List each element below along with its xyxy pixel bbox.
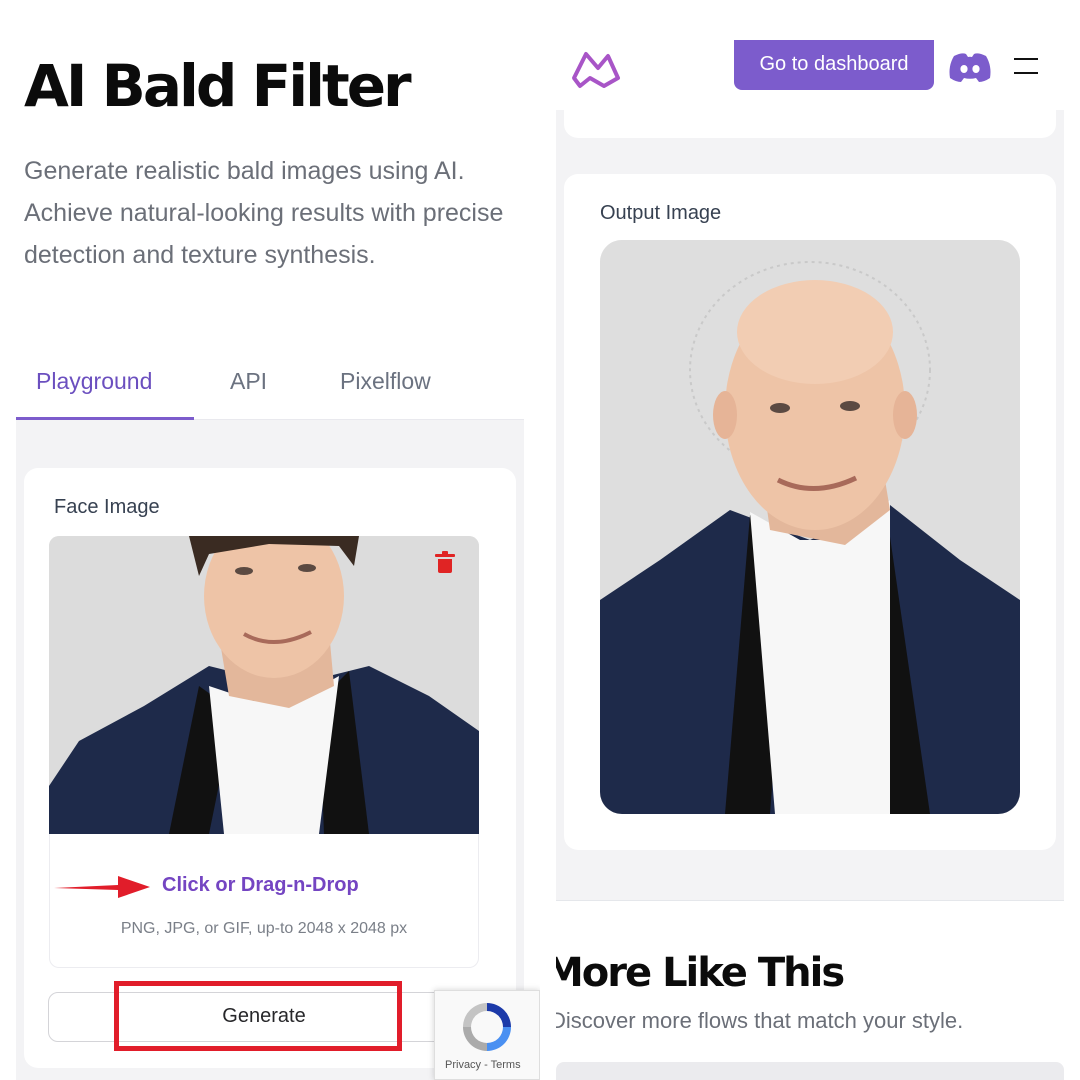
face-image-card: Face Image Click or Drag-n-Drop PNG, JPG… <box>24 468 516 1068</box>
drop-zone-link[interactable]: Click or Drag-n-Drop <box>162 874 359 897</box>
discord-icon[interactable] <box>948 52 992 82</box>
page-subtitle: Generate realistic bald images using AI.… <box>24 157 504 269</box>
generate-button[interactable]: Generate <box>48 992 478 1042</box>
go-to-dashboard-button[interactable]: Go to dashboard <box>734 40 934 90</box>
left-screenshot: AI Bald Filter Generate realistic bald i… <box>0 0 540 1080</box>
section-divider <box>556 900 1064 901</box>
output-image-label: Output Image <box>600 202 722 224</box>
red-arrow-annotation <box>54 876 150 898</box>
tab-api[interactable]: API <box>230 368 267 395</box>
recaptcha-icon <box>463 1003 511 1051</box>
top-navigation-bar: Go to dashboard <box>556 0 1080 110</box>
hamburger-menu-icon[interactable] <box>1014 56 1038 76</box>
right-screenshot: Go to dashboard Output Image More Like T… <box>556 0 1080 1080</box>
more-like-this-subtitle: Discover more flows that match your styl… <box>556 1008 964 1033</box>
face-image-label: Face Image <box>54 496 160 518</box>
tab-bar: Playground API Pixelflow <box>16 360 524 420</box>
recaptcha-badge[interactable]: Privacy - Terms <box>434 990 540 1080</box>
bald-output-photo <box>600 240 1020 814</box>
face-photo-illustration <box>49 536 479 834</box>
brand-logo-icon[interactable] <box>568 48 622 90</box>
tab-playground[interactable]: Playground <box>36 368 152 395</box>
page-title: AI Bald Filter <box>24 52 412 120</box>
trash-icon[interactable] <box>435 551 455 573</box>
next-section-edge <box>556 1062 1064 1080</box>
uploaded-face-photo <box>49 536 479 834</box>
more-like-this-heading: More Like This <box>556 950 845 996</box>
tab-pixelflow[interactable]: Pixelflow <box>340 368 431 395</box>
file-format-hint: PNG, JPG, or GIF, up-to 2048 x 2048 px <box>120 920 408 937</box>
output-photo-illustration <box>600 240 1020 814</box>
output-image-card: Output Image <box>564 174 1056 850</box>
recaptcha-terms[interactable]: Privacy - Terms <box>445 1059 521 1071</box>
generate-button-label: Generate <box>222 1005 306 1027</box>
file-drop-zone[interactable]: Click or Drag-n-Drop PNG, JPG, or GIF, u… <box>49 834 479 968</box>
